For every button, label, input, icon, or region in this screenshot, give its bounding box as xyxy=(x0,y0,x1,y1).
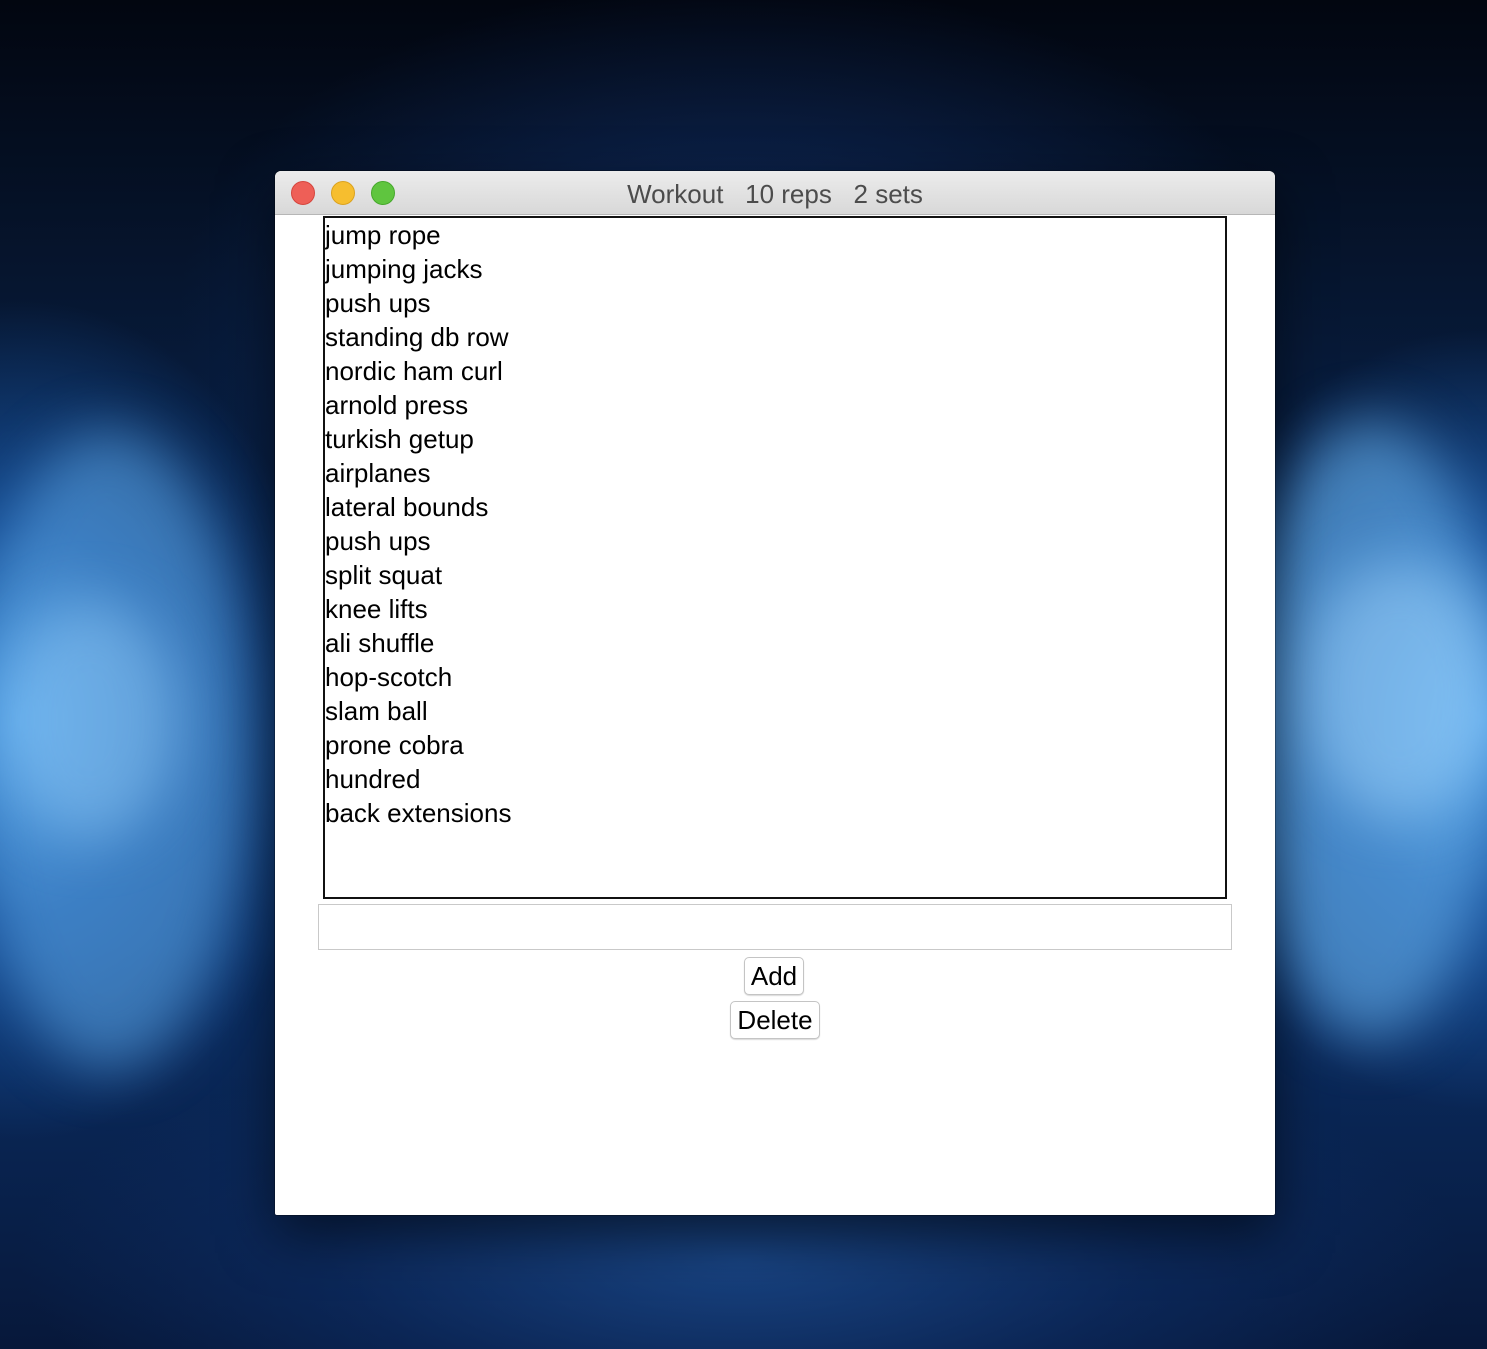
list-item[interactable]: airplanes xyxy=(325,456,1225,490)
exercise-entry-field[interactable] xyxy=(318,904,1232,950)
list-item[interactable]: jumping jacks xyxy=(325,252,1225,286)
wallpaper-highlight-right xyxy=(1300,560,1487,820)
list-item[interactable]: hundred xyxy=(325,762,1225,796)
delete-button[interactable]: Delete xyxy=(730,1001,820,1039)
list-item[interactable]: nordic ham curl xyxy=(325,354,1225,388)
title-bar[interactable]: Workout 10 reps 2 sets xyxy=(275,171,1275,215)
list-item[interactable]: push ups xyxy=(325,286,1225,320)
add-button[interactable]: Add xyxy=(744,957,804,995)
desktop-background: Workout 10 reps 2 sets jump rope jumping … xyxy=(0,0,1487,1349)
list-item[interactable]: push ups xyxy=(325,524,1225,558)
list-item[interactable]: knee lifts xyxy=(325,592,1225,626)
wallpaper-cloud-left xyxy=(0,430,250,1070)
wallpaper-highlight-left xyxy=(0,600,180,840)
exercise-listbox[interactable]: jump rope jumping jacks push ups standing d… xyxy=(323,216,1227,899)
list-item[interactable]: turkish getup xyxy=(325,422,1225,456)
window-title: Workout 10 reps 2 sets xyxy=(627,179,923,209)
list-item[interactable]: ali shuffle xyxy=(325,626,1225,660)
list-item[interactable]: slam ball xyxy=(325,694,1225,728)
list-item[interactable]: hop-scotch xyxy=(325,660,1225,694)
workout-window: Workout 10 reps 2 sets jump rope jumping … xyxy=(275,171,1275,1215)
list-item[interactable]: jump rope xyxy=(325,218,1225,252)
wallpaper-cloud-right xyxy=(1240,420,1487,1040)
list-item[interactable]: split squat xyxy=(325,558,1225,592)
list-item[interactable]: arnold press xyxy=(325,388,1225,422)
list-item[interactable]: back extensions xyxy=(325,796,1225,830)
list-item[interactable]: prone cobra xyxy=(325,728,1225,762)
list-item[interactable]: standing db row xyxy=(325,320,1225,354)
list-item[interactable]: lateral bounds xyxy=(325,490,1225,524)
